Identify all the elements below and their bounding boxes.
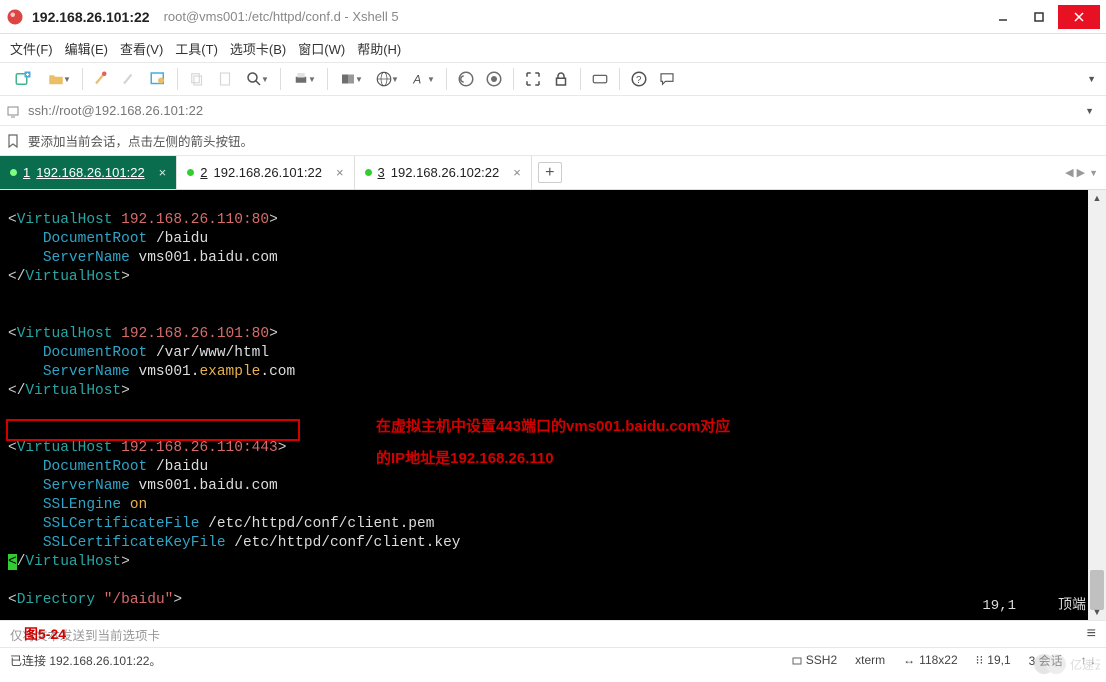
status-dot-icon bbox=[365, 169, 372, 176]
tab-close-icon[interactable]: × bbox=[159, 165, 167, 180]
reconnect-button[interactable] bbox=[89, 66, 115, 92]
transfer-button[interactable]: ▼ bbox=[334, 66, 368, 92]
highlight-rectangle bbox=[6, 419, 300, 441]
terminal-scrollbar[interactable]: ▲ ▼ bbox=[1088, 190, 1106, 620]
toolbar: ▼ ▼ ▼ ▼ ▼ A▼ ? ▼ bbox=[0, 62, 1106, 96]
tab-close-icon[interactable]: × bbox=[513, 165, 521, 180]
session-tab-3[interactable]: 3 192.168.26.102:22 × bbox=[355, 156, 532, 189]
fullscreen-button[interactable] bbox=[520, 66, 546, 92]
window-title-sub: root@vms001:/etc/httpd/conf.d - Xshell 5 bbox=[164, 9, 399, 24]
chat-button[interactable] bbox=[654, 66, 680, 92]
scroll-down-icon[interactable]: ▼ bbox=[1088, 604, 1106, 620]
print-button[interactable]: ▼ bbox=[287, 66, 321, 92]
properties-button[interactable] bbox=[145, 66, 171, 92]
close-button[interactable] bbox=[1058, 5, 1100, 29]
minimize-button[interactable] bbox=[986, 5, 1020, 29]
svg-text:?: ? bbox=[636, 75, 642, 86]
status-pos: ⁝⁝ 19,1 bbox=[976, 653, 1011, 667]
figure-label: 图5-24 bbox=[24, 624, 66, 644]
status-ssh: SSH2 bbox=[792, 653, 837, 667]
status-bar: 已连接 192.168.26.101:22。 SSH2 xterm ↔ 118x… bbox=[0, 648, 1106, 672]
lock-button[interactable] bbox=[548, 66, 574, 92]
menu-window[interactable]: 窗口(W) bbox=[298, 39, 345, 58]
tab-close-icon[interactable]: × bbox=[336, 165, 344, 180]
window-controls bbox=[984, 5, 1100, 29]
svg-text:亿速云: 亿速云 bbox=[1070, 657, 1100, 672]
menu-view[interactable]: 查看(V) bbox=[120, 39, 163, 58]
toolbar-overflow-icon[interactable]: ▼ bbox=[1087, 74, 1100, 84]
status-size: ↔ 118x22 bbox=[903, 653, 957, 667]
new-session-button[interactable] bbox=[6, 66, 40, 92]
address-bar: ssh://root@192.168.26.101:22 ▼ bbox=[0, 96, 1106, 126]
compose-bar[interactable]: 仅将文本发送到当前选项卡 图5-24 ≡ bbox=[0, 620, 1106, 648]
title-bar: 192.168.26.101:22 root@vms001:/etc/httpd… bbox=[0, 0, 1106, 34]
bookmark-add-icon[interactable] bbox=[6, 134, 20, 148]
maximize-button[interactable] bbox=[1022, 5, 1056, 29]
hint-bar: 要添加当前会话，点击左侧的箭头按钮。 bbox=[0, 126, 1106, 156]
copy-button[interactable] bbox=[184, 66, 210, 92]
cursor-position: 19,1 bbox=[982, 597, 1016, 616]
open-button[interactable]: ▼ bbox=[42, 66, 76, 92]
find-button[interactable]: ▼ bbox=[240, 66, 274, 92]
watermark-icon: 亿速云 bbox=[1030, 650, 1100, 678]
hint-text: 要添加当前会话，点击左侧的箭头按钮。 bbox=[28, 131, 253, 150]
status-dot-icon bbox=[10, 169, 17, 176]
status-connected: 已连接 192.168.26.101:22。 bbox=[10, 652, 774, 669]
menu-tabs[interactable]: 选项卡(B) bbox=[230, 39, 286, 58]
keyboard-button[interactable] bbox=[587, 66, 613, 92]
script-button[interactable] bbox=[453, 66, 479, 92]
disconnect-button[interactable] bbox=[117, 66, 143, 92]
record-button[interactable] bbox=[481, 66, 507, 92]
terminal-area[interactable]: <VirtualHost 192.168.26.110:80> Document… bbox=[0, 190, 1106, 620]
app-logo-icon bbox=[6, 8, 24, 26]
top-indicator: 顶端 bbox=[1058, 597, 1086, 616]
encoding-button[interactable]: ▼ bbox=[370, 66, 404, 92]
session-tab-1[interactable]: 1 192.168.26.101:22 × bbox=[0, 156, 177, 189]
status-term: xterm bbox=[855, 653, 885, 667]
annotation-text: 在虚拟主机中设置443端口的vms001.baidu.com对应 的IP地址是1… bbox=[376, 411, 796, 475]
menu-bar: 文件(F) 编辑(E) 查看(V) 工具(T) 选项卡(B) 窗口(W) 帮助(… bbox=[0, 34, 1106, 62]
address-dropdown-icon[interactable]: ▼ bbox=[1079, 106, 1100, 116]
tab-bar: 1 192.168.26.101:22 × 2 192.168.26.101:2… bbox=[0, 156, 1106, 190]
menu-help[interactable]: 帮助(H) bbox=[357, 39, 401, 58]
help-button[interactable]: ? bbox=[626, 66, 652, 92]
paste-button[interactable] bbox=[212, 66, 238, 92]
font-button[interactable]: A▼ bbox=[406, 66, 440, 92]
window-title-main: 192.168.26.101:22 bbox=[32, 9, 150, 25]
scroll-up-icon[interactable]: ▲ bbox=[1088, 190, 1106, 206]
address-url[interactable]: ssh://root@192.168.26.101:22 bbox=[28, 103, 1071, 118]
add-tab-button[interactable]: + bbox=[538, 162, 562, 183]
menu-file[interactable]: 文件(F) bbox=[10, 39, 53, 58]
session-tab-2[interactable]: 2 192.168.26.101:22 × bbox=[177, 156, 354, 189]
status-dot-icon bbox=[187, 169, 194, 176]
menu-edit[interactable]: 编辑(E) bbox=[65, 39, 108, 58]
menu-tools[interactable]: 工具(T) bbox=[175, 39, 218, 58]
compose-menu-icon[interactable]: ≡ bbox=[1087, 625, 1096, 643]
tab-nav-arrows[interactable]: ◀ ▶ ▼ bbox=[1065, 156, 1106, 189]
svg-text:A: A bbox=[412, 73, 421, 87]
host-icon bbox=[6, 104, 20, 118]
